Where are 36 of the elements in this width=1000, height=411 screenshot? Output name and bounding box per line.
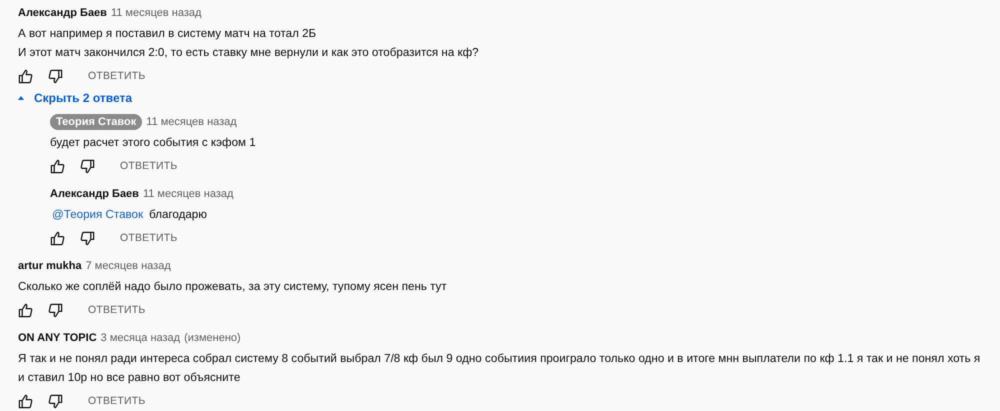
author-name[interactable]: artur mukha — [18, 260, 82, 272]
timestamp[interactable]: 11 месяцев назад — [146, 116, 237, 128]
reply-button[interactable]: ОТВЕТИТЬ — [110, 232, 178, 244]
mention-link[interactable]: @Теория Ставок — [52, 208, 144, 221]
edited-label: (изменено) — [184, 332, 241, 344]
comment-text: Сколько же соплёй надо было прожевать, за эту систему, тупому ясен пень тут — [18, 280, 447, 293]
caret-icon — [18, 96, 24, 100]
reply-button[interactable]: ОТВЕТИТЬ — [78, 70, 146, 82]
comment-text: Я так и не понял ради интереса собрал систему 8 событий выбрал 7/8 кф был 9 одно событиия проиграло только одно и в итоге мнн выплатели по кф 1.1 я так и не понял хоть я — [18, 352, 980, 365]
author-name[interactable]: Александр Баев — [18, 7, 107, 19]
timestamp[interactable]: 11 месяцев назад — [110, 7, 202, 19]
author-badge[interactable]: Теория Ставок — [50, 114, 142, 130]
comment-text: А вот например я поставил в систему матч на тотал 2Б — [18, 27, 316, 40]
like-icon[interactable] — [18, 302, 33, 318]
timestamp[interactable]: 7 месяцев назад — [86, 260, 171, 272]
timestamp[interactable]: 11 месяцев назад — [142, 188, 234, 200]
timestamp[interactable]: 3 месяца назад — [100, 332, 180, 344]
reply-button[interactable]: ОТВЕТИТЬ — [78, 395, 146, 407]
reply-button[interactable]: ОТВЕТИТЬ — [110, 160, 178, 172]
comment-text: и ставил 10р но все равно вот объясните — [18, 371, 240, 384]
author-name[interactable]: Александр Баев — [50, 188, 139, 200]
replies-toggle[interactable]: Скрыть 2 ответа — [18, 90, 132, 106]
comment-text: будет расчет этого события с кэфом 1 — [50, 136, 256, 149]
dislike-icon[interactable] — [48, 68, 63, 84]
comment-text: благодарю — [149, 208, 207, 221]
like-icon[interactable] — [18, 394, 33, 408]
like-icon[interactable] — [50, 158, 65, 174]
comment-text: И этот матч закончился 2:0, то есть ставку мне вернули и как это отобразится на кф? — [18, 46, 479, 59]
dislike-icon[interactable] — [80, 158, 95, 174]
like-icon[interactable] — [50, 230, 65, 246]
author-name[interactable]: ON ANY TOPIC — [18, 332, 97, 344]
reply-button[interactable]: ОТВЕТИТЬ — [78, 304, 146, 316]
dislike-icon[interactable] — [80, 230, 95, 246]
dislike-icon[interactable] — [48, 394, 63, 408]
dislike-icon[interactable] — [48, 302, 63, 318]
like-icon[interactable] — [18, 68, 33, 84]
